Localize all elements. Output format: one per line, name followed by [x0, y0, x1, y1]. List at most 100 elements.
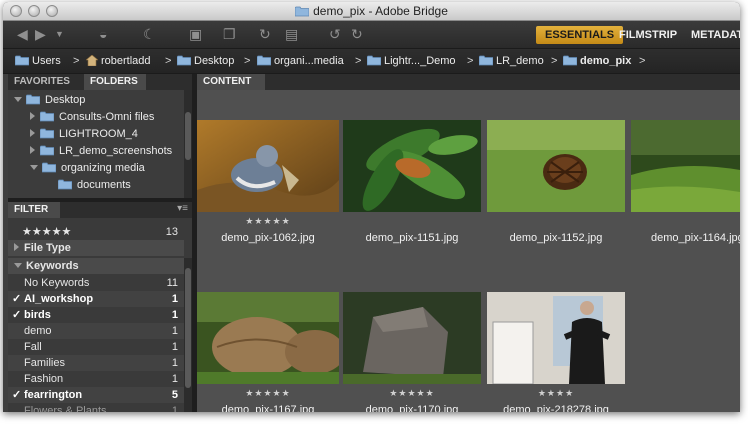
window-title-wrap: demo_pix - Adobe Bridge [3, 4, 740, 18]
rotate-right-icon[interactable]: ↻ [351, 27, 363, 42]
folder-label: organizing media [61, 162, 145, 174]
folder-icon [58, 179, 72, 190]
keyword-row[interactable]: Fall 1 [8, 339, 184, 355]
path-separator: > [244, 55, 251, 67]
path-separator: > [165, 55, 172, 67]
keyword-label: No Keywords [24, 277, 90, 289]
keyword-count: 11 [166, 277, 178, 289]
filter-section-file-type[interactable]: File Type [8, 240, 184, 256]
check-icon: ✓ [12, 389, 22, 401]
rotate-left-icon[interactable]: ↺ [329, 27, 341, 42]
keyword-count: 1 [171, 373, 178, 385]
boomerang-icon[interactable]: ◒ [99, 27, 107, 42]
disclosure-closed-icon[interactable] [30, 129, 35, 137]
keyword-count: 1 [171, 309, 178, 321]
filter-rating-row[interactable]: ★★★★★ 13 [8, 224, 184, 240]
keyword-count: 1 [171, 325, 178, 337]
thumbnail-rating: ★★★★★ [245, 388, 291, 398]
rotate-crescent-icon[interactable]: ☾ [143, 27, 156, 42]
folder-icon [15, 55, 29, 66]
keyword-row[interactable]: Families 1 [8, 355, 184, 371]
filter-panel-tabs: FILTER ▾≡ [8, 202, 192, 218]
section-title: File Type [24, 242, 71, 254]
filter-section-keywords[interactable]: Keywords [8, 258, 184, 274]
tab-folders[interactable]: FOLDERS [84, 74, 146, 90]
folder-row-lightroom[interactable]: LIGHTROOM_4 [30, 126, 138, 143]
refine-icon[interactable]: ❐ [223, 27, 236, 42]
path-crumb-organizing[interactable]: organi...media [257, 54, 344, 68]
hay-bales-photo-thumbnail[interactable] [197, 292, 339, 384]
path-crumb-users[interactable]: Users [15, 54, 61, 68]
camera-download-icon[interactable]: ▣ [189, 27, 202, 42]
path-separator: > [355, 55, 362, 67]
folder-label: documents [77, 179, 131, 191]
folder-row-consults[interactable]: Consults-Omni files [30, 109, 154, 126]
workspace-filmstrip[interactable]: FILMSTRIP [619, 26, 677, 44]
keyword-label: demo [24, 325, 52, 337]
path-separator: > [73, 55, 80, 67]
pinecone-photo-thumbnail[interactable] [487, 120, 625, 212]
tab-filter[interactable]: FILTER [8, 202, 60, 218]
folder-row-documents[interactable]: documents [58, 177, 131, 194]
forward-arrow-icon[interactable]: ▶ [35, 27, 46, 42]
folder-row-organizing[interactable]: organizing media [30, 160, 145, 177]
section-label: Keywords [14, 258, 79, 274]
folders-panel: Desktop Consults-Omni files LIGHTROOM_4 … [8, 90, 192, 198]
path-crumb-label: demo_pix [580, 55, 632, 67]
disclosure-open-icon[interactable] [30, 165, 38, 170]
folder-label: LR_demo_screenshots [59, 145, 173, 157]
keyword-row[interactable]: Fashion 1 [8, 371, 184, 387]
thumbnail-filename: demo_pix-1164.jpg [651, 232, 740, 244]
keyword-label: Families [24, 357, 65, 369]
keyword-row[interactable]: ✓ birds 1 [8, 307, 184, 323]
tab-favorites[interactable]: FAVORITES [8, 74, 83, 90]
disclosure-closed-icon [14, 243, 19, 251]
workspace-essentials[interactable]: ESSENTIALS [536, 26, 624, 44]
keyword-row[interactable]: No Keywords 11 [8, 275, 184, 291]
keyword-count: 1 [171, 405, 178, 412]
thumbnail-rating: ★★★★★ [389, 388, 435, 398]
tab-content[interactable]: CONTENT [197, 74, 265, 90]
disclosure-open-icon[interactable] [14, 97, 22, 102]
check-icon: ✓ [12, 309, 22, 321]
path-crumb-lightroom[interactable]: Lightr..._Demo [367, 54, 456, 68]
bird-photo-thumbnail[interactable] [197, 120, 339, 212]
workspace-metadata[interactable]: METADAT [691, 26, 740, 44]
back-arrow-icon[interactable]: ◀ [17, 27, 28, 42]
folder-icon [479, 55, 493, 66]
path-crumb-home[interactable]: robertladd [86, 54, 151, 68]
panel-menu-icon[interactable]: ▾≡ [177, 203, 188, 214]
leaves-photo-thumbnail[interactable] [343, 120, 481, 212]
presenter-photo-thumbnail[interactable] [487, 292, 625, 384]
path-crumb-demo-pix[interactable]: demo_pix [563, 54, 631, 68]
folder-icon [257, 55, 271, 66]
section-label: File Type [14, 240, 71, 256]
thumbnail-filename: demo_pix-1152.jpg [509, 232, 603, 244]
title-bar: demo_pix - Adobe Bridge [3, 2, 740, 21]
folder-icon [40, 145, 54, 156]
keyword-row[interactable]: ✓ AI_workshop 1 [8, 291, 184, 307]
keyword-row[interactable]: ✓ fearrington 5 [8, 387, 184, 403]
folder-row-desktop[interactable]: Desktop [14, 92, 85, 109]
filter-scroll-thumb[interactable] [185, 268, 191, 388]
path-crumb-label: LR_demo [496, 55, 544, 67]
path-crumb-desktop[interactable]: Desktop [177, 54, 234, 68]
folders-scroll-thumb[interactable] [185, 112, 191, 160]
disclosure-closed-icon[interactable] [30, 112, 35, 120]
path-bar: Users > robertladd > Desktop > organi...… [3, 48, 740, 74]
keyword-row[interactable]: demo 1 [8, 323, 184, 339]
folder-icon [26, 94, 40, 105]
folders-scrollbar[interactable] [184, 90, 192, 198]
filter-scrollbar[interactable] [184, 258, 192, 412]
grass-photo-thumbnail[interactable] [631, 120, 740, 212]
rock-photo-thumbnail[interactable] [343, 292, 481, 384]
keyword-row[interactable]: Flowers & Plants 1 [8, 403, 184, 412]
folder-row-lr-screenshots[interactable]: LR_demo_screenshots [30, 143, 172, 160]
disclosure-closed-icon[interactable] [30, 146, 35, 154]
filter-panel: ★★★★★ 13 File Type Keywords No Keywords … [8, 218, 192, 412]
output-icon[interactable]: ▤ [285, 27, 298, 42]
refresh-icon[interactable]: ↻ [259, 27, 271, 42]
path-crumb-lr-demo[interactable]: LR_demo [479, 54, 544, 68]
keyword-count: 1 [171, 341, 178, 353]
chevron-down-icon[interactable]: ▼ [55, 27, 64, 42]
